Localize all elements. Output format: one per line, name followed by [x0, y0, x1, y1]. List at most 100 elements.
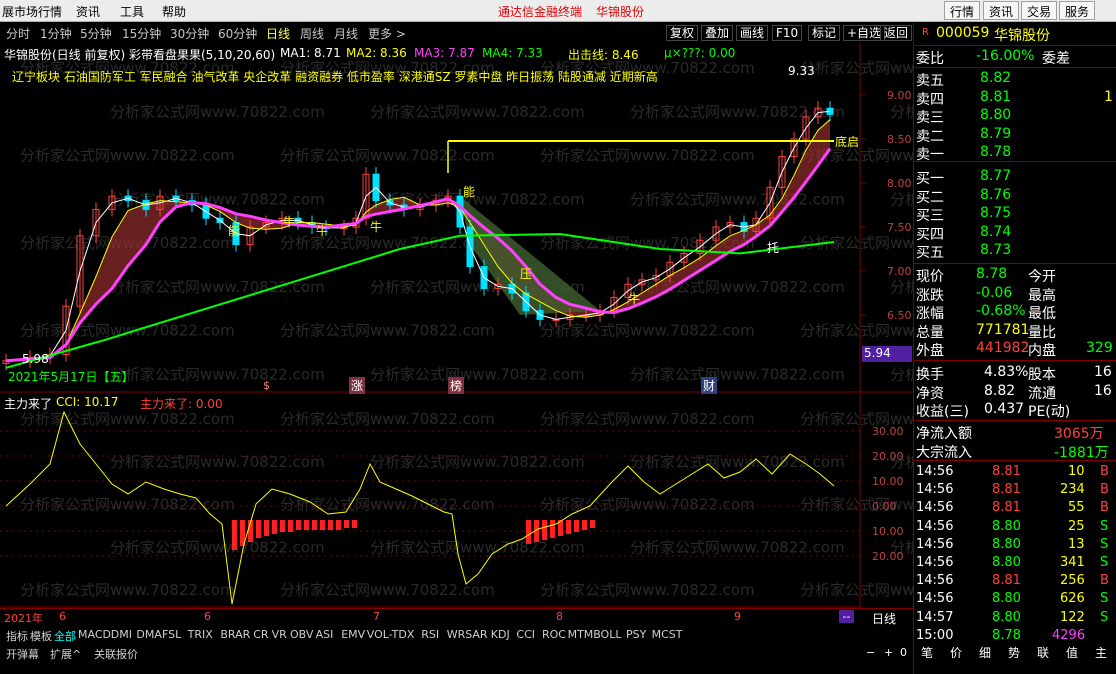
indicator-tab-21[interactable]: MTM — [568, 628, 594, 641]
indicator-tab-22[interactable]: BOLL — [593, 628, 621, 641]
ask-row: 卖三 8.80 — [914, 107, 1116, 126]
quote-tab-5[interactable]: 值 — [1066, 644, 1078, 661]
zoom-out-button[interactable]: − — [866, 646, 875, 659]
quote-tab-2[interactable]: 细 — [979, 644, 991, 661]
indicator-tab-12[interactable]: ASI — [316, 628, 334, 641]
indicator-tab-10[interactable]: VR — [272, 628, 287, 641]
price-chart[interactable]: 分析家公式网www.70822.com 分析家公式网www.70822.com 分析… — [0, 43, 913, 393]
indicator-tab-1[interactable]: 模板 — [30, 628, 52, 644]
btn-draw[interactable]: 画线 — [736, 25, 769, 41]
stat-value: -0.06 — [976, 284, 1013, 301]
indicator-bar — [296, 520, 301, 530]
price-tick: 6.50 — [887, 309, 912, 322]
btn-quote[interactable]: 行情 — [944, 1, 981, 20]
btn-add-watchlist[interactable]: +自选 — [843, 25, 886, 41]
quote-tab-0[interactable]: 笔 — [921, 644, 933, 661]
tf-60min[interactable]: 60分钟 — [218, 25, 257, 42]
bid-row: 买三 8.75 — [914, 205, 1116, 224]
tf-1min[interactable]: 1分钟 — [40, 25, 72, 42]
indicator-tab-20[interactable]: ROC — [542, 628, 566, 641]
ask-label: 卖四 — [916, 91, 944, 108]
bid-price: 8.75 — [980, 205, 1012, 221]
indicator-bar — [582, 520, 587, 530]
expand-button[interactable]: 扩展^ — [50, 646, 81, 662]
indicator-tab-13[interactable]: EMV — [341, 628, 365, 641]
btn-adjust[interactable]: 复权 — [666, 25, 699, 41]
quote-tab-3[interactable]: 势 — [1008, 644, 1020, 661]
date-label: 2021年5月17日【五】 — [8, 370, 134, 384]
event-marker-4[interactable]: 财 — [701, 377, 718, 394]
tf-monthly[interactable]: 月线 — [334, 25, 358, 42]
indicator-tab-11[interactable]: OBV — [290, 628, 313, 641]
indicator-tab-23[interactable]: PSY — [626, 628, 646, 641]
stat2-row: 收益(三) 0.437 PE(动) — [914, 401, 1116, 420]
tf-intraday[interactable]: 分时 — [6, 25, 30, 42]
quote-tab-6[interactable]: 主 — [1095, 644, 1107, 661]
tick-row: 14:56 8.80 341 S — [914, 555, 1116, 573]
indicator-tab-17[interactable]: SAR — [465, 628, 487, 641]
tf-30min[interactable]: 30分钟 — [170, 25, 209, 42]
tf-daily[interactable]: 日线 — [266, 25, 290, 42]
stat-label: 涨跌 — [916, 287, 944, 304]
reset-button[interactable]: 0 — [900, 646, 907, 659]
tf-15min[interactable]: 15分钟 — [122, 25, 161, 42]
indicator-tab-16[interactable]: WR — [447, 628, 466, 641]
quote-tab-4[interactable]: 联 — [1037, 644, 1049, 661]
tick-row: 14:56 8.80 13 S — [914, 537, 1116, 555]
indicator-tab-15[interactable]: RSI — [421, 628, 439, 641]
indicator-tab-24[interactable]: MCST — [652, 628, 683, 641]
bid-row: 买一 8.77 — [914, 168, 1116, 187]
indicator-tab-19[interactable]: CCI — [516, 628, 535, 641]
stat2-value: 8.82 — [984, 382, 1016, 399]
indicator-bar — [590, 520, 595, 528]
indicator-tab-2[interactable]: 全部 — [54, 628, 76, 644]
indicator-tick: 0.00 — [872, 500, 897, 513]
stat-row: 总量 771781 量比 — [914, 322, 1116, 341]
related-quotes[interactable]: 关联报价 — [94, 646, 138, 662]
event-marker-2[interactable]: 涨 — [349, 377, 366, 394]
btn-overlay[interactable]: 叠加 — [701, 25, 734, 41]
indicator-tab-4[interactable]: DMI — [111, 628, 132, 641]
tick-row: 14:56 8.81 10 B — [914, 464, 1116, 482]
tf-5min[interactable]: 5分钟 — [80, 25, 112, 42]
btn-trade[interactable]: 交易 — [1021, 1, 1058, 20]
menu-help[interactable]: 帮助 — [162, 3, 186, 20]
danmaku-toggle[interactable]: 开弹幕 — [6, 646, 39, 662]
ma2-value: MA2: 8.36 — [346, 46, 407, 60]
btn-back[interactable]: 返回 — [880, 25, 913, 41]
btn-service[interactable]: 服务 — [1059, 1, 1096, 20]
high-label: 9.33 — [788, 64, 815, 78]
tf-more[interactable]: 更多 > — [368, 25, 406, 42]
x-axis-cursor[interactable]: -- — [839, 610, 854, 623]
indicator-tab-3[interactable]: MACD — [78, 628, 111, 641]
indicator-tab-14[interactable]: VOL-TDX — [367, 628, 415, 641]
ask-row: 卖五 8.82 — [914, 70, 1116, 89]
tick-price: 8.80 — [992, 518, 1021, 534]
indicator-tab-8[interactable]: BRAR — [220, 628, 250, 641]
tick-time: 14:57 — [916, 609, 954, 625]
indicator-tab-6[interactable]: FSL — [162, 628, 181, 641]
menu-market[interactable]: 展市场行情 — [2, 3, 62, 20]
x-axis: 2021年 6 6 7 8 9 -- 日线 — [0, 608, 913, 626]
event-marker-1[interactable]: $ — [263, 379, 270, 392]
indicator-tab-0[interactable]: 指标 — [6, 628, 28, 644]
indicator-tab-9[interactable]: CR — [253, 628, 268, 641]
btn-news[interactable]: 资讯 — [983, 1, 1020, 20]
event-marker-3[interactable]: 榜 — [448, 377, 465, 394]
indicator-tab-5[interactable]: DMA — [136, 628, 162, 641]
price-tick: 8.50 — [887, 133, 912, 146]
tick-price: 8.80 — [992, 591, 1021, 607]
indicator-bar — [352, 520, 357, 528]
zoom-in-button[interactable]: + — [884, 646, 893, 659]
menu-news[interactable]: 资讯 — [76, 3, 100, 20]
menu-tools[interactable]: 工具 — [120, 3, 144, 20]
indicator-tab-18[interactable]: KDJ — [491, 628, 510, 641]
tick-side: S — [1100, 555, 1109, 570]
quote-tab-1[interactable]: 价 — [950, 644, 962, 661]
btn-mark[interactable]: 标记 — [808, 25, 841, 41]
tick-side: B — [1100, 482, 1109, 498]
tf-weekly[interactable]: 周线 — [300, 25, 324, 42]
btn-f10[interactable]: F10 — [772, 25, 803, 41]
indicator-tab-7[interactable]: TRIX — [188, 628, 213, 641]
indicator-chart[interactable]: 分析家公式网www.70822.com 分析家公式网www.70822.com 分析… — [0, 394, 913, 608]
